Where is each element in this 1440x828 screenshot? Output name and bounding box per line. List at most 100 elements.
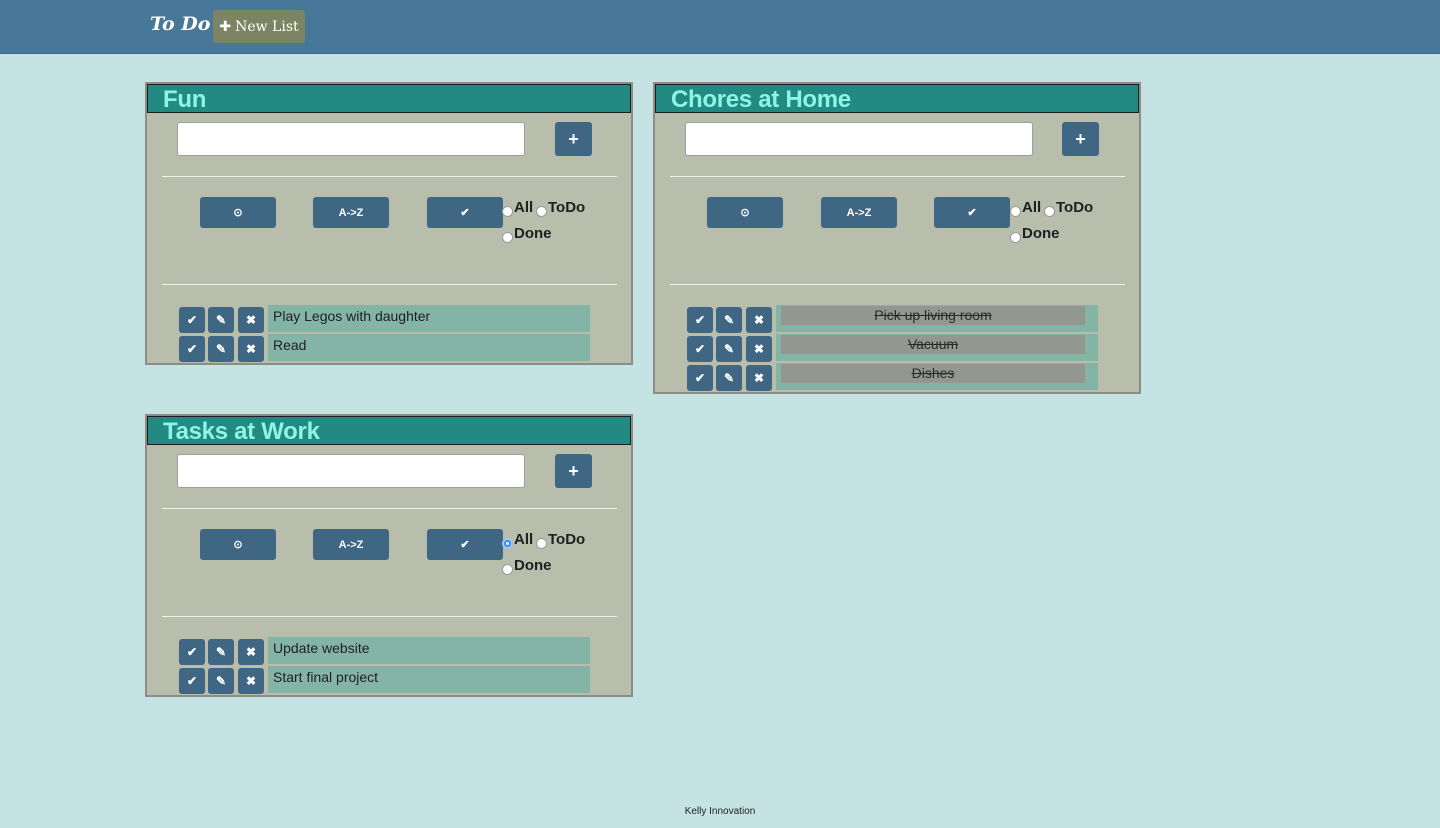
edit-button[interactable]: ✎ bbox=[716, 365, 742, 391]
sort-by-done-button[interactable]: ✔ bbox=[427, 197, 503, 228]
delete-button[interactable]: ✖ bbox=[238, 336, 264, 362]
plus-icon: + bbox=[568, 128, 579, 149]
filter-all-label: All bbox=[1022, 199, 1042, 216]
divider bbox=[162, 616, 617, 617]
plus-icon: + bbox=[568, 460, 579, 481]
filter-todo-radio[interactable] bbox=[536, 206, 547, 217]
item-text[interactable]: Pick up living room bbox=[776, 305, 1098, 332]
divider bbox=[162, 508, 617, 509]
delete-button[interactable]: ✖ bbox=[238, 639, 264, 665]
filter-all-label: All bbox=[514, 199, 534, 216]
edit-button[interactable]: ✎ bbox=[716, 336, 742, 362]
delete-button[interactable]: ✖ bbox=[238, 668, 264, 694]
sort-by-time-button[interactable]: ⊙ bbox=[707, 197, 783, 228]
complete-button[interactable]: ✔ bbox=[687, 336, 713, 362]
complete-button[interactable]: ✔ bbox=[687, 307, 713, 333]
complete-button[interactable]: ✔ bbox=[687, 365, 713, 391]
list-title: Tasks at Work bbox=[163, 418, 320, 445]
edit-button[interactable]: ✎ bbox=[716, 307, 742, 333]
complete-button[interactable]: ✔ bbox=[179, 307, 205, 333]
filter-done-radio[interactable] bbox=[502, 232, 513, 243]
close-icon: ✖ bbox=[245, 313, 257, 327]
list-title: Chores at Home bbox=[671, 86, 851, 113]
item-text[interactable]: Vacuum bbox=[776, 334, 1098, 361]
divider bbox=[162, 176, 617, 177]
add-item-button[interactable]: + bbox=[555, 122, 592, 156]
close-icon: ✖ bbox=[245, 342, 257, 356]
item-text[interactable]: Play Legos with daughter bbox=[268, 305, 590, 332]
footer-text: Kelly Innovation bbox=[684, 806, 756, 817]
item-text[interactable]: Update website bbox=[268, 637, 590, 664]
sort-alpha-label: A->Z bbox=[846, 206, 872, 219]
item-text[interactable]: Dishes bbox=[776, 363, 1098, 390]
delete-button[interactable]: ✖ bbox=[746, 307, 772, 333]
pencil-icon: ✎ bbox=[215, 674, 227, 688]
list-card-work: Tasks at Work + ⊙ A->Z ✔ All ToDo Done ✔… bbox=[145, 414, 633, 697]
pencil-icon: ✎ bbox=[215, 645, 227, 659]
sort-by-done-button[interactable]: ✔ bbox=[427, 529, 503, 560]
complete-button[interactable]: ✔ bbox=[179, 336, 205, 362]
filter-done-radio[interactable] bbox=[502, 564, 513, 575]
plus-icon: ✚ bbox=[219, 18, 232, 35]
check-icon: ✔ bbox=[694, 371, 706, 385]
check-icon: ✔ bbox=[460, 539, 470, 551]
new-list-button[interactable]: ✚ New List bbox=[213, 10, 305, 43]
sort-alpha-label: A->Z bbox=[338, 206, 364, 219]
item-label: Vacuum bbox=[781, 335, 1085, 354]
add-item-button[interactable]: + bbox=[555, 454, 592, 488]
filter-todo-radio[interactable] bbox=[1044, 206, 1055, 217]
new-item-input[interactable] bbox=[177, 454, 525, 488]
item-label: Pick up living room bbox=[781, 306, 1085, 325]
filter-todo-radio[interactable] bbox=[536, 538, 547, 549]
pencil-icon: ✎ bbox=[723, 342, 735, 356]
close-icon: ✖ bbox=[753, 342, 765, 356]
sort-alpha-button[interactable]: A->Z bbox=[313, 529, 389, 560]
filter-all-label: All bbox=[514, 531, 534, 548]
filter-all-radio[interactable] bbox=[502, 538, 513, 549]
filter-todo-label: ToDo bbox=[1056, 199, 1094, 216]
divider bbox=[670, 176, 1125, 177]
complete-button[interactable]: ✔ bbox=[179, 668, 205, 694]
edit-button[interactable]: ✎ bbox=[208, 307, 234, 333]
filter-all-radio[interactable] bbox=[1010, 206, 1021, 217]
filter-all-radio[interactable] bbox=[502, 206, 513, 217]
navbar: To Do ✚ New List bbox=[0, 0, 1440, 54]
check-icon: ✔ bbox=[694, 342, 706, 356]
edit-button[interactable]: ✎ bbox=[208, 336, 234, 362]
close-icon: ✖ bbox=[245, 674, 257, 688]
pencil-icon: ✎ bbox=[215, 342, 227, 356]
edit-button[interactable]: ✎ bbox=[208, 639, 234, 665]
item-text[interactable]: Read bbox=[268, 334, 590, 361]
delete-button[interactable]: ✖ bbox=[746, 365, 772, 391]
item-label: Read bbox=[273, 337, 307, 353]
clock-icon: ⊙ bbox=[233, 207, 243, 219]
filter-todo-label: ToDo bbox=[548, 531, 586, 548]
plus-icon: + bbox=[1075, 128, 1086, 149]
complete-button[interactable]: ✔ bbox=[179, 639, 205, 665]
delete-button[interactable]: ✖ bbox=[238, 307, 264, 333]
sort-alpha-button[interactable]: A->Z bbox=[313, 197, 389, 228]
new-item-input[interactable] bbox=[177, 122, 525, 156]
delete-button[interactable]: ✖ bbox=[746, 336, 772, 362]
sort-alpha-button[interactable]: A->Z bbox=[821, 197, 897, 228]
sort-by-done-button[interactable]: ✔ bbox=[934, 197, 1010, 228]
clock-icon: ⊙ bbox=[740, 207, 750, 219]
check-icon: ✔ bbox=[967, 207, 977, 219]
pencil-icon: ✎ bbox=[723, 371, 735, 385]
check-icon: ✔ bbox=[460, 207, 470, 219]
check-icon: ✔ bbox=[186, 674, 198, 688]
brand-logo[interactable]: To Do bbox=[150, 13, 210, 35]
edit-button[interactable]: ✎ bbox=[208, 668, 234, 694]
item-text[interactable]: Start final project bbox=[268, 666, 590, 693]
card-header: Tasks at Work bbox=[147, 416, 631, 445]
sort-by-time-button[interactable]: ⊙ bbox=[200, 197, 276, 228]
add-item-button[interactable]: + bbox=[1062, 122, 1099, 156]
list-title: Fun bbox=[163, 86, 207, 113]
card-header: Chores at Home bbox=[655, 84, 1139, 113]
item-label: Update website bbox=[273, 640, 370, 656]
sort-by-time-button[interactable]: ⊙ bbox=[200, 529, 276, 560]
close-icon: ✖ bbox=[753, 313, 765, 327]
list-card-fun: Fun + ⊙ A->Z ✔ All ToDo Done ✔ ✎ ✖ Play … bbox=[145, 82, 633, 365]
filter-done-radio[interactable] bbox=[1010, 232, 1021, 243]
new-item-input[interactable] bbox=[685, 122, 1033, 156]
